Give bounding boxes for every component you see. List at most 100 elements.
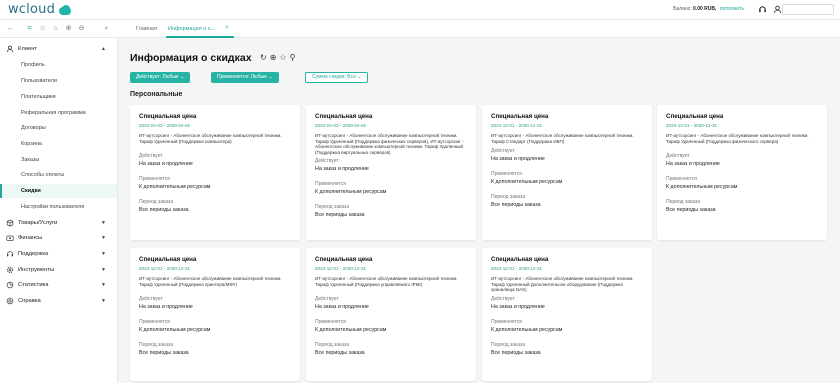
card-period-value: Все периоды заказа (491, 350, 541, 356)
logo-text: wcloud (8, 2, 56, 17)
chevron-down-icon[interactable]: ▼ (101, 282, 106, 288)
sidebar-group-label: Финансы (18, 235, 43, 241)
card-period-value: Все периоды заказа (139, 350, 189, 356)
tab-home[interactable]: Главная (136, 26, 157, 32)
tab-discounts-info[interactable]: Информация о с... (168, 26, 215, 32)
sidebar-group-support[interactable]: Поддержка (6, 250, 48, 258)
card-acts-value: На заказ и продление (139, 304, 193, 310)
sidebar-group-finance[interactable]: Финансы (6, 234, 42, 242)
card-period-label: Период заказа (491, 194, 526, 200)
topup-link[interactable]: пополнить (720, 6, 744, 12)
sidebar-group-help[interactable]: Справка (6, 297, 41, 305)
support-icon[interactable] (757, 4, 767, 14)
filter-acts-dropdown[interactable]: Действует: Любые ⌄ (130, 72, 191, 83)
logo[interactable]: wcloud (8, 2, 73, 17)
card-applies-label: Применяется (666, 176, 697, 182)
sidebar-group-label: Поддержка (18, 251, 49, 257)
card-acts-label: Действует (491, 296, 515, 302)
close-tab-icon[interactable]: × (225, 25, 229, 31)
chevron-down-icon[interactable]: ▼ (101, 298, 106, 304)
filter-applies-dropdown[interactable]: Применяется: Любые ⌄ (211, 72, 279, 83)
sidebar-group-statistics[interactable]: Статистика (6, 281, 48, 289)
card-period-label: Период заказа (139, 199, 174, 205)
sidebar-item-users[interactable]: Пользователи (21, 78, 57, 84)
chevron-down-icon[interactable]: ▼ (101, 267, 106, 273)
card-applies-label: Применяется (491, 171, 522, 177)
sidebar-item-payers[interactable]: Плательщики (21, 94, 56, 100)
section-personal: Персональные (130, 91, 183, 98)
sidebar: Клиент ▲ Профиль Пользователи Плательщик… (0, 38, 118, 383)
card-period-value: Все периоды заказа (315, 350, 365, 356)
card-applies-value: К дополнительным ресурсам (139, 184, 211, 190)
sidebar-group-label: Инструменты (18, 267, 55, 273)
home-icon[interactable]: ⌂ (51, 24, 60, 33)
card-period-label: Период заказа (139, 342, 174, 348)
sidebar-item-user-settings[interactable]: Настройки пользователя (21, 204, 84, 210)
card-description: ИТ-аутсорсинг - Абонентское обслуживание… (315, 133, 464, 155)
chevron-down-icon[interactable]: ▼ (101, 220, 106, 226)
sidebar-group-tools[interactable]: Инструменты (6, 266, 54, 274)
sidebar-item-contracts[interactable]: Договоры (21, 125, 46, 131)
card-acts-label: Действует (315, 158, 339, 164)
card-description: ИТ-аутсорсинг - Абонентское обслуживание… (315, 276, 458, 287)
sidebar-item-cart[interactable]: Корзина (21, 141, 42, 147)
balance: Баланс: 0.00 RUB, пополнить (673, 6, 744, 12)
toolbar: ← ⌗ ☆ ⌂ ⊕ ⊖ ⌕ Главная Информация о с... … (0, 20, 840, 38)
discount-card: Специальная цена 2024-04-02 - 2029-04-02… (306, 105, 476, 240)
card-period-label: Период заказа (315, 204, 350, 210)
global-search-input[interactable] (782, 4, 834, 15)
sidebar-group-label: Клиент (18, 46, 38, 52)
card-acts-label: Действует (315, 296, 339, 302)
top-bar: wcloud Баланс: 0.00 RUB, пополнить (0, 0, 840, 20)
star-icon[interactable]: ☆ (279, 53, 286, 62)
discount-card: Специальная цена 2024-12-01 - 2030-12-31… (482, 248, 652, 381)
card-period-label: Период заказа (666, 199, 701, 205)
filter-amount-dropdown[interactable]: Сумма скидки: Все ⌄ (305, 72, 369, 83)
pin-icon[interactable]: ⚲ (290, 53, 296, 62)
card-description: ИТ-аутсорсинг - Абонентское обслуживание… (491, 276, 634, 293)
card-acts-label: Действует (139, 296, 163, 302)
card-applies-label: Применяется (315, 181, 346, 187)
card-applies-value: К дополнительным ресурсам (666, 184, 738, 190)
tree-icon[interactable]: ⌗ (25, 24, 34, 33)
card-description: ИТ-аутсорсинг - Абонентское обслуживание… (139, 133, 282, 144)
filter-applies-label: Применяется: Любые (217, 74, 267, 80)
remove-icon[interactable]: ⊖ (77, 24, 86, 33)
balance-value: 0.00 RUB, (693, 6, 717, 12)
sidebar-item-payment-methods[interactable]: Способы оплаты (21, 172, 64, 178)
filter-acts-label: Действует: Любые (136, 74, 179, 80)
card-acts-value: На заказ и продление (315, 304, 369, 310)
chevron-down-icon[interactable]: ▼ (101, 235, 106, 241)
chevron-up-icon[interactable]: ▲ (101, 46, 106, 52)
sidebar-group-client[interactable]: Клиент (6, 45, 37, 53)
card-title: Специальная цена (491, 256, 549, 263)
help-icon (6, 297, 14, 305)
card-title: Специальная цена (666, 113, 724, 120)
card-applies-value: К дополнительным ресурсам (491, 327, 563, 333)
search-icon[interactable]: ⌕ (102, 24, 111, 33)
card-dates: 2024-04-02 - 2029-04-02 (139, 123, 191, 128)
card-acts-value: На заказ и продление (491, 156, 545, 162)
page-title: Информация о скидках (130, 52, 252, 64)
sidebar-item-referral[interactable]: Реферальная программа (21, 110, 86, 116)
sidebar-item-orders[interactable]: Заказы (21, 157, 39, 163)
card-dates: 2024-12-01 - 2030-12-31 (666, 123, 718, 128)
user-icon[interactable] (772, 4, 782, 14)
chevron-down-icon[interactable]: ▼ (101, 251, 106, 257)
add-icon[interactable]: ⊕ (64, 24, 73, 33)
star-icon[interactable]: ☆ (38, 24, 47, 33)
card-period-label: Период заказа (491, 342, 526, 348)
card-acts-value: На заказ и продление (666, 161, 720, 167)
sidebar-item-profile[interactable]: Профиль (21, 62, 45, 68)
discount-card: Специальная цена 2024-12-01 - 2030-12-31… (657, 105, 827, 240)
refresh-icon[interactable]: ↻ (260, 53, 267, 62)
card-acts-value: На заказ и продление (139, 161, 193, 167)
card-dates: 2024-12-01 - 2030-12-31 (139, 266, 191, 271)
globe-icon[interactable]: ⊕ (270, 53, 277, 62)
filter-amount-label: Сумма скидки: Все (312, 74, 356, 80)
discount-card: Специальная цена 2024-12-01 - 2030-12-31… (130, 248, 300, 381)
sidebar-item-discounts[interactable]: Скидки (21, 188, 41, 194)
back-arrow-icon[interactable]: ← (6, 24, 15, 33)
main-content: Информация о скидках ↻ ⊕ ☆ ⚲ Действует: … (118, 38, 840, 383)
sidebar-group-products[interactable]: Товары/Услуги (6, 219, 57, 227)
